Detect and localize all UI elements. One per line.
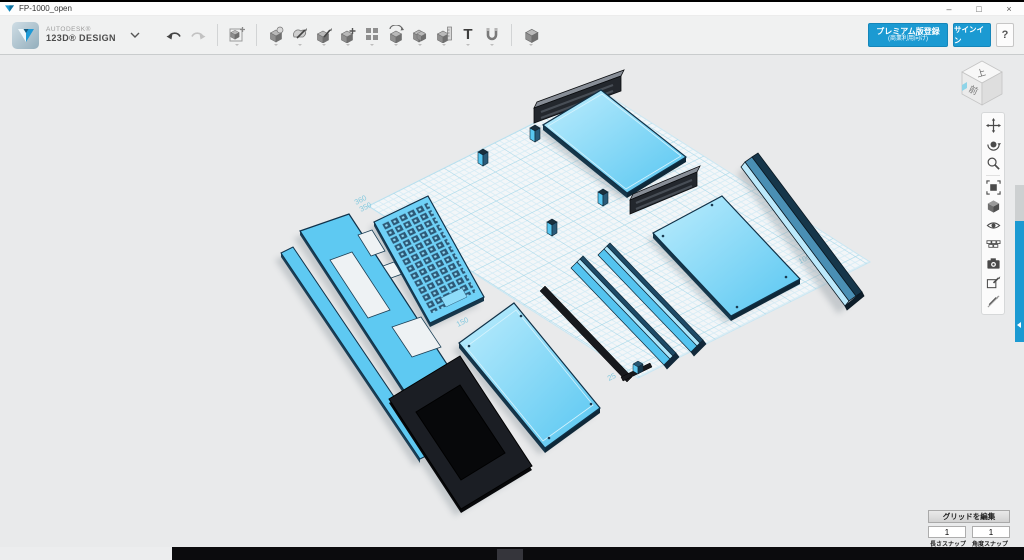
show-sketch-icon [986,275,1001,290]
nav-separator [986,175,1000,176]
brand-text: AUTODESK® 123D® DESIGN [46,27,116,43]
toolbar-separator [256,24,257,46]
visibility-icon [986,218,1001,233]
redo-icon [189,28,207,42]
material-bricks-icon [986,237,1001,252]
combine-icon [411,25,429,43]
show-sketch-tool[interactable] [983,273,1003,292]
grouping-icon [387,25,405,43]
window-controls: – □ × [934,2,1024,15]
app-menu[interactable]: AUTODESK® 123D® DESIGN [12,22,140,49]
titlebar: FP-1000_open – □ × [0,2,1024,16]
taskbar-light-segment [0,547,172,560]
maximize-button[interactable]: □ [964,3,994,15]
modify-icon [339,25,357,43]
logo-triangle-icon [13,22,39,48]
undo-icon [165,28,183,42]
svg-text:T: T [463,26,472,43]
grouping-tool[interactable] [385,22,407,48]
premium-label: プレミアム版登録 [869,27,947,36]
modify-tool[interactable] [337,22,359,48]
length-snap-input[interactable] [928,526,966,538]
signin-button[interactable]: サインイン [953,23,991,47]
view-cube[interactable]: 上 前 [956,57,1008,109]
text-icon: T [459,25,477,43]
angle-snap-input[interactable] [972,526,1010,538]
shading-tool[interactable] [983,197,1003,216]
viewport[interactable]: 360 350 170 150 25 50 100 [0,55,1024,547]
zoom-icon [986,156,1001,171]
svg-text:25: 25 [606,371,618,383]
os-taskbar[interactable] [0,547,1024,560]
shading-icon [986,199,1001,214]
brand-product: 123D® DESIGN [46,34,116,43]
edge-panel-track[interactable] [1015,185,1024,221]
toolbar-separator [511,24,512,46]
import-button[interactable] [226,22,248,48]
main-toolbar: AUTODESK® 123D® DESIGN [0,16,1024,55]
pan-tool[interactable] [983,116,1003,135]
toolbar-separator [217,24,218,46]
construct-icon [315,25,333,43]
orbit-icon [986,137,1001,152]
account-area: プレミアム版登録 (商業利用向け) サインイン ? [868,23,1014,47]
minimize-button[interactable]: – [934,3,964,15]
toolbar-tools: T [162,22,543,48]
measure-icon [435,25,453,43]
text-tool[interactable]: T [457,22,479,48]
sketch-tool[interactable] [289,22,311,48]
combine-tool[interactable] [409,22,431,48]
visibility-tool[interactable] [983,216,1003,235]
autodesk-123d-logo [12,22,39,49]
construct-tool[interactable] [313,22,335,48]
hide-sketch-tool[interactable] [983,292,1003,311]
premium-signup-button[interactable]: プレミアム版登録 (商業利用向け) [868,23,948,47]
fit-view-icon [986,180,1001,195]
primitives-tool[interactable] [265,22,287,48]
import-icon [228,25,246,43]
help-button[interactable]: ? [996,23,1014,47]
app-logo-icon [5,5,14,13]
premium-sublabel: (商業利用向け) [869,36,947,43]
sketch-icon [291,25,309,43]
measure-tool[interactable] [433,22,455,48]
fit-view-tool[interactable] [983,178,1003,197]
zoom-tool[interactable] [983,154,1003,173]
material-browser-tool[interactable] [983,235,1003,254]
navigation-toolbar [981,112,1005,315]
screenshot-tool[interactable] [983,254,1003,273]
scene-3d[interactable]: 360 350 170 150 25 50 100 [0,55,1024,547]
snap-tool[interactable] [481,22,503,48]
app-window: FP-1000_open – □ × [0,0,1024,560]
close-button[interactable]: × [994,3,1024,15]
pan-icon [986,118,1001,133]
pattern-tool[interactable] [361,22,383,48]
magnet-icon [483,25,501,43]
undo-button[interactable] [163,22,185,48]
chevron-down-icon [130,32,140,38]
primitives-icon [267,25,285,43]
redo-button[interactable] [187,22,209,48]
edit-grid-button[interactable]: グリッドを編集 [928,510,1010,523]
edge-panel-tab[interactable] [1015,221,1024,342]
hide-sketch-icon [986,294,1001,309]
material-tool[interactable] [520,22,542,48]
taskbar-app-chip[interactable] [497,549,523,560]
window-title: FP-1000_open [19,4,72,13]
material-icon [522,25,540,43]
svg-text:150: 150 [455,315,470,329]
grid-settings-panel: グリッドを編集 長さスナップ 角度スナップ [928,510,1010,548]
orbit-tool[interactable] [983,135,1003,154]
part-small-clip[interactable] [633,361,643,374]
panel-expand-arrow-icon [1017,322,1021,328]
camera-icon [986,256,1001,271]
pattern-icon [363,25,381,43]
